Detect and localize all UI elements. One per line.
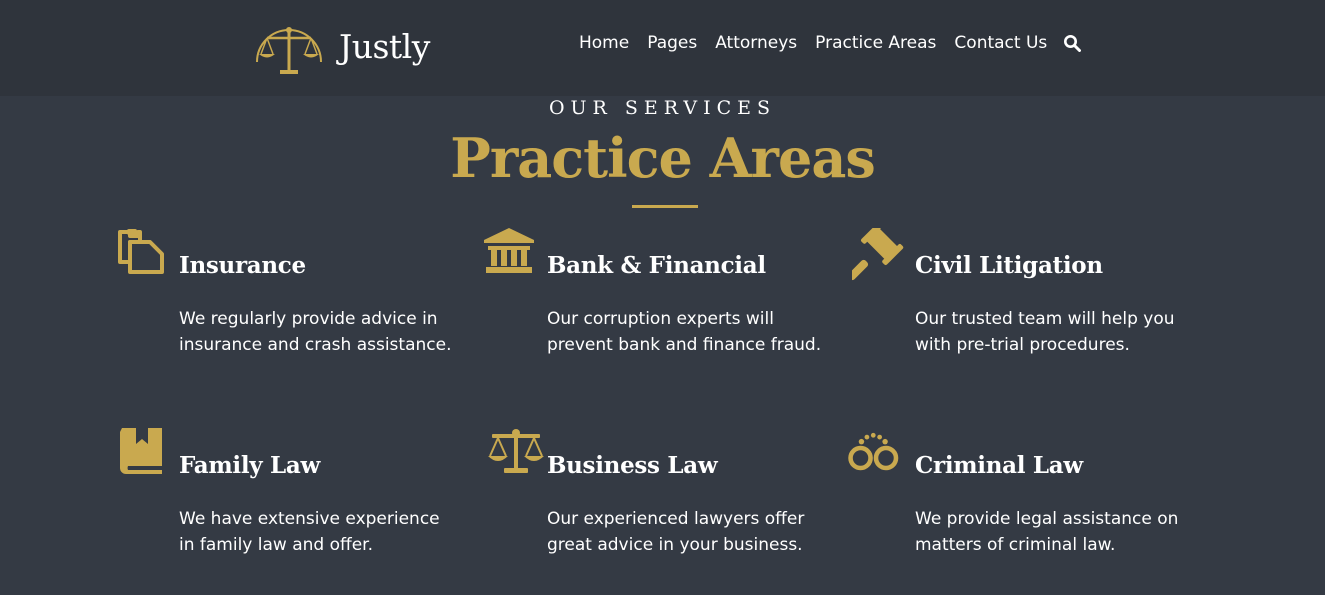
brand-logo[interactable]: Justly xyxy=(247,12,430,80)
documents-icon xyxy=(118,229,164,274)
handcuffs-icon xyxy=(848,432,899,471)
service-title: Business Law xyxy=(547,452,718,479)
section-eyebrow: OUR SERVICES xyxy=(548,97,777,119)
scales-logo-icon xyxy=(256,27,322,74)
service-description: Our experienced lawyers offer great advi… xyxy=(547,509,805,555)
service-title: Civil Litigation xyxy=(915,252,1103,279)
service-title: Criminal Law xyxy=(915,452,1083,479)
nav-practice-areas[interactable]: Practice Areas xyxy=(815,33,936,53)
nav-attorneys[interactable]: Attorneys xyxy=(715,33,797,53)
bank-icon xyxy=(484,228,534,273)
title-divider xyxy=(632,205,698,208)
book-icon xyxy=(120,428,162,474)
service-description: We provide legal assistance on matters o… xyxy=(915,509,1179,555)
section-title: Practice Areas xyxy=(450,126,876,190)
service-title: Family Law xyxy=(179,452,321,479)
scales-icon xyxy=(488,429,544,473)
service-description: Our trusted team will help you with pre-… xyxy=(915,309,1175,355)
site-header: Justly Home Pages Attorneys Practice Are… xyxy=(0,0,1325,96)
search-icon[interactable] xyxy=(1063,34,1082,52)
service-description: We regularly provide advice in insurance… xyxy=(179,309,452,355)
nav-home[interactable]: Home xyxy=(579,33,629,53)
service-description: Our corruption experts will prevent bank… xyxy=(547,309,822,355)
service-title: Insurance xyxy=(179,252,306,279)
brand-name: Justly xyxy=(339,26,430,66)
service-title: Bank & Financial xyxy=(547,252,766,279)
nav-contact-us[interactable]: Contact Us xyxy=(954,33,1047,53)
main-nav: Home Pages Attorneys Practice Areas Cont… xyxy=(579,33,1082,53)
service-description: We have extensive experience in family l… xyxy=(179,509,440,555)
nav-pages[interactable]: Pages xyxy=(647,33,697,53)
gavel-icon xyxy=(852,228,904,281)
